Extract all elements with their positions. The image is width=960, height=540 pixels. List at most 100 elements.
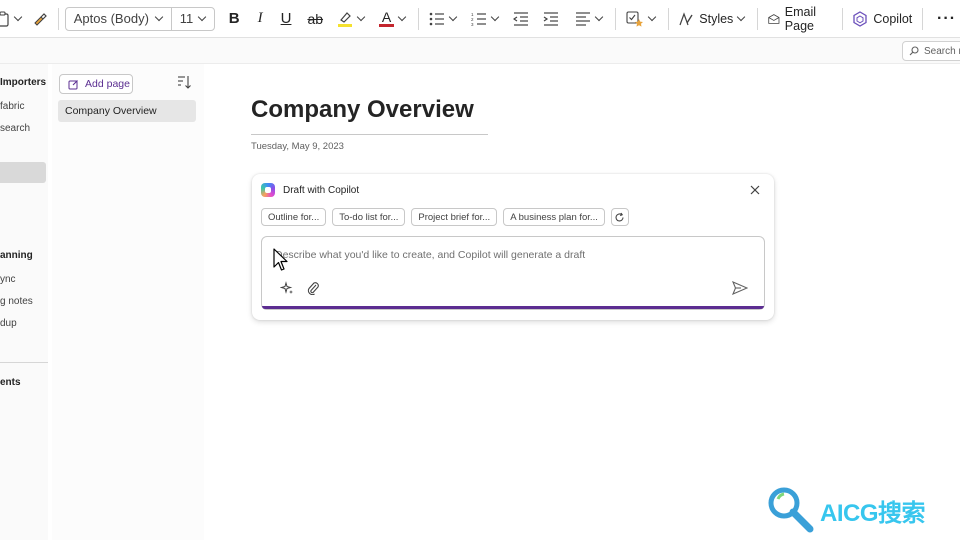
page-date: Tuesday, May 9, 2023 — [251, 141, 344, 152]
copilot-icon — [853, 10, 868, 27]
section-item[interactable]: dup — [0, 318, 17, 329]
section-group[interactable]: ents — [0, 377, 21, 388]
increase-indent-icon — [543, 11, 558, 26]
suggestion-chip-outline[interactable]: Outline for... — [261, 208, 327, 226]
divider — [614, 7, 616, 30]
styles-button[interactable]: Styles — [674, 6, 751, 32]
section-item[interactable]: fabric — [0, 101, 24, 112]
refresh-suggestions-button[interactable] — [610, 208, 629, 226]
bold-icon: B — [228, 10, 240, 27]
prompt-placeholder: Describe what you'd like to create, and … — [275, 249, 586, 261]
page-item-company-overview[interactable]: Company Overview — [58, 100, 196, 122]
bullet-list-icon — [429, 12, 444, 25]
sort-pages-button[interactable] — [177, 75, 195, 93]
copilot-button[interactable]: Copilot — [848, 6, 916, 32]
numbered-list-icon: 1 2 3 — [471, 12, 486, 26]
font-color-letter: A — [381, 8, 392, 25]
copilot-prompt-input[interactable]: Describe what you'd like to create, and … — [261, 236, 765, 310]
font-picker[interactable]: Aptos (Body) 11 — [64, 6, 215, 31]
italic-button[interactable]: I — [254, 6, 267, 32]
close-icon — [750, 185, 760, 195]
add-page-icon — [68, 79, 78, 89]
svg-text:3: 3 — [471, 22, 474, 26]
search-placeholder: Search n — [924, 45, 960, 57]
divider — [58, 7, 59, 30]
decrease-indent-button[interactable] — [509, 6, 533, 32]
chevron-down-icon — [154, 12, 163, 22]
prompt-suggestions: Outline for... To-do list for... Project… — [261, 208, 629, 226]
section-item[interactable]: g notes — [0, 296, 33, 307]
font-size-dropdown[interactable]: 11 — [172, 8, 214, 30]
selected-section-highlight[interactable] — [0, 162, 46, 183]
search-bar-area: Search n — [0, 38, 960, 64]
section-item[interactable]: search — [0, 123, 30, 134]
strikethrough-icon: ab — [307, 10, 324, 27]
bold-button[interactable]: B — [225, 6, 244, 32]
suggestion-chip-todo[interactable]: To-do list for... — [332, 208, 406, 226]
copilot-draft-panel: Draft with Copilot Outline for... To-do … — [252, 174, 774, 320]
send-button[interactable] — [731, 280, 749, 296]
increase-indent-button[interactable] — [539, 6, 563, 32]
tags-button[interactable] — [622, 6, 662, 32]
chevron-down-icon — [356, 12, 366, 22]
font-color-button[interactable]: A — [375, 6, 412, 32]
chevron-down-icon — [197, 12, 206, 22]
page-list-pane: Add page Company Overview — [52, 64, 204, 540]
page-title[interactable]: Company Overview — [251, 96, 474, 124]
decrease-indent-icon — [512, 11, 528, 26]
copilot-label: Copilot — [873, 11, 913, 26]
add-page-button[interactable]: Add page — [59, 74, 133, 94]
styles-label: Styles — [699, 11, 734, 26]
input-accent-bar — [262, 306, 764, 309]
section-group-importers[interactable]: Importers — [0, 77, 46, 88]
suggestion-chip-business-plan[interactable]: A business plan for... — [503, 208, 605, 226]
font-color-icon: A — [379, 8, 395, 27]
divider — [841, 7, 843, 30]
envelope-icon — [768, 13, 780, 24]
title-underline — [251, 134, 488, 135]
numbering-button[interactable]: 1 2 3 — [467, 6, 505, 32]
chevron-down-icon — [737, 12, 746, 22]
divider — [0, 362, 48, 363]
sparkle-icon — [279, 281, 293, 294]
magnifier-logo-icon — [768, 487, 814, 533]
close-button[interactable] — [748, 183, 762, 197]
bullets-button[interactable] — [425, 6, 463, 32]
chevron-down-icon — [594, 12, 604, 22]
chevron-down-icon — [647, 12, 656, 22]
more-options-button[interactable]: ··· — [933, 6, 960, 32]
chevron-down-icon — [448, 12, 458, 22]
paperclip-icon — [307, 282, 319, 296]
clipboard-icon — [0, 10, 9, 27]
section-item[interactable]: ync — [0, 274, 16, 285]
format-painter-button[interactable] — [28, 6, 52, 32]
divider — [922, 7, 924, 30]
styles-pen-icon — [679, 11, 693, 25]
font-name-dropdown[interactable]: Aptos (Body) — [66, 7, 172, 30]
sort-icon — [178, 76, 191, 89]
tag-star-icon — [625, 10, 643, 27]
align-left-icon — [575, 11, 590, 26]
search-icon — [909, 46, 919, 56]
more-icon: ··· — [937, 9, 957, 27]
strikethrough-button[interactable]: ab — [303, 6, 327, 32]
highlight-button[interactable] — [333, 6, 371, 32]
send-icon — [731, 280, 749, 296]
copilot-header: Draft with Copilot — [261, 183, 359, 197]
search-input[interactable]: Search n — [902, 41, 960, 61]
attach-button[interactable] — [306, 281, 320, 296]
section-group-planning[interactable]: anning — [0, 250, 33, 261]
notebook-sections-pane: Importers fabric search anning ync g not… — [0, 64, 48, 540]
paste-button[interactable] — [0, 6, 28, 32]
align-button[interactable] — [571, 6, 609, 32]
ribbon-toolbar: Aptos (Body) 11 B I U ab A 1 2 3 Styles … — [0, 0, 960, 38]
prompt-sparkle-button[interactable] — [279, 281, 294, 295]
underline-button[interactable]: U — [277, 6, 296, 32]
suggestion-chip-project-brief[interactable]: Project brief for... — [411, 208, 498, 226]
font-name-value: Aptos (Body) — [73, 11, 149, 26]
copilot-logo-icon — [261, 183, 275, 197]
divider — [667, 7, 669, 30]
italic-icon: I — [257, 10, 263, 26]
email-page-button[interactable]: Email Page — [764, 5, 836, 33]
chevron-down-icon — [397, 12, 407, 22]
